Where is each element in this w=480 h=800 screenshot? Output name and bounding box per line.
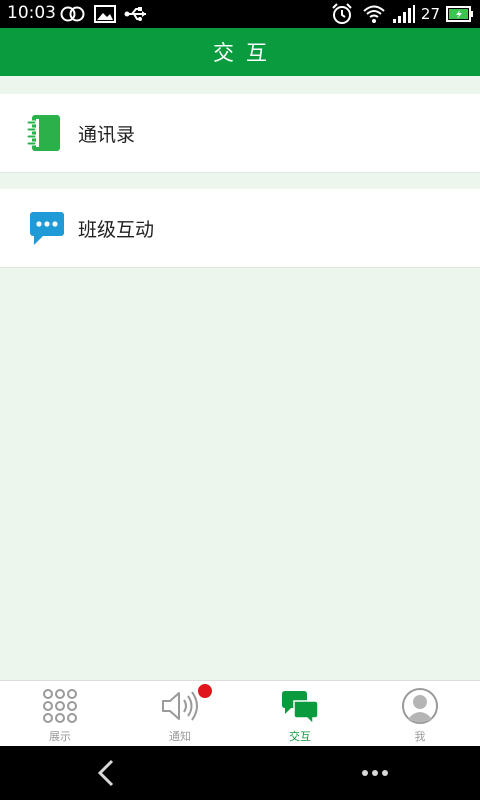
- menu-dots-icon[interactable]: [360, 762, 390, 784]
- tab-label: 通知: [169, 730, 191, 743]
- battery-icon: [446, 6, 473, 22]
- status-bar: 10:03 27: [0, 0, 480, 28]
- page-title: 交互: [213, 41, 279, 65]
- app-screen: 10:03 27 交互 通讯录 班级互动 展示 通知 交互 我: [0, 0, 480, 800]
- system-nav-bar: [0, 746, 480, 800]
- alarm-icon: [332, 3, 352, 24]
- list-item-label: 通讯录: [78, 124, 136, 146]
- status-time: 10:03: [7, 3, 56, 23]
- tab-notifications[interactable]: 通知: [120, 681, 240, 747]
- tab-me[interactable]: 我: [360, 681, 480, 747]
- bottom-nav: 展示 通知 交互 我: [0, 680, 480, 747]
- address-book-icon: [26, 115, 60, 151]
- wifi-icon: [363, 5, 385, 23]
- notification-badge: [197, 683, 213, 699]
- tab-label: 我: [414, 730, 426, 743]
- battery-level: 27: [420, 5, 440, 23]
- tab-label: 展示: [49, 730, 71, 743]
- back-arrow-icon[interactable]: [92, 758, 122, 788]
- image-icon: [94, 5, 116, 23]
- link-icon: [60, 6, 85, 22]
- list-item-contacts[interactable]: 通讯录: [0, 94, 480, 173]
- list-item-class-interaction[interactable]: 班级互动: [0, 189, 480, 268]
- speaker-icon: [162, 691, 198, 721]
- signal-icon: [393, 5, 415, 23]
- chat-bubbles-icon: [282, 691, 319, 725]
- usb-icon: [124, 7, 146, 21]
- list-item-label: 班级互动: [78, 219, 155, 241]
- grid-dots-icon: [43, 689, 77, 723]
- tab-showcase[interactable]: 展示: [0, 681, 120, 747]
- app-header: 交互: [0, 28, 480, 76]
- tab-label: 交互: [289, 730, 311, 743]
- tab-interaction[interactable]: 交互: [240, 681, 360, 747]
- user-avatar-icon: [402, 688, 438, 724]
- chat-bubble-icon: [30, 212, 64, 245]
